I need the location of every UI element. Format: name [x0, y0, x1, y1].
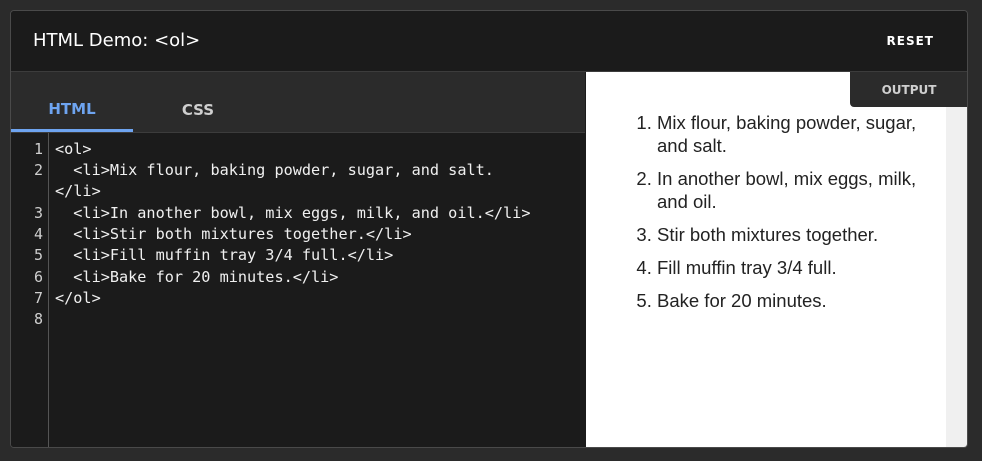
- line-number: 4: [33, 225, 43, 243]
- list-item: Bake for 20 minutes.: [657, 289, 927, 312]
- line-number: 3: [33, 204, 43, 222]
- list-item: Stir both mixtures together.: [657, 223, 927, 246]
- code-line[interactable]: <li>Stir both mixtures together.</li>: [55, 225, 411, 243]
- line-number: 8: [33, 310, 43, 328]
- line-number: 1: [33, 140, 43, 158]
- list-item: In another bowl, mix eggs, milk, and oil…: [657, 167, 927, 213]
- tab-html[interactable]: HTML: [11, 72, 133, 132]
- code-line[interactable]: <li>Bake for 20 minutes.</li>: [55, 268, 338, 286]
- line-number: 2: [33, 161, 43, 179]
- code-line[interactable]: <li>In another bowl, mix eggs, milk, and…: [55, 204, 530, 222]
- output-ordered-list: Mix flour, baking powder, sugar, and sal…: [657, 111, 927, 322]
- reset-button[interactable]: RESET: [887, 34, 934, 48]
- editor-tabs: HTML CSS: [11, 72, 585, 133]
- output-panel: Mix flour, baking powder, sugar, and sal…: [586, 72, 946, 447]
- list-item: Mix flour, baking powder, sugar, and sal…: [657, 111, 927, 157]
- code-line[interactable]: </ol>: [55, 289, 101, 307]
- title-bar: HTML Demo: <ol> RESET: [11, 11, 967, 72]
- code-line[interactable]: <ol>: [55, 140, 92, 158]
- output-scrollbar[interactable]: [946, 72, 967, 447]
- line-number-gutter: 1 2 3 4 5 6 7 8: [11, 133, 49, 447]
- demo-frame: HTML Demo: <ol> RESET HTML CSS 1 2 3 4 5…: [10, 10, 968, 448]
- output-label: OUTPUT: [850, 72, 967, 107]
- code-editor-panel: HTML CSS 1 2 3 4 5 6 7 8 <ol> <li>Mix fl…: [11, 72, 585, 447]
- line-number: 5: [33, 246, 43, 264]
- line-number: 7: [33, 289, 43, 307]
- list-item: Fill muffin tray 3/4 full.: [657, 256, 927, 279]
- code-line[interactable]: <li>Mix flour, baking powder, sugar, and…: [55, 161, 494, 179]
- line-number: 6: [33, 268, 43, 286]
- page-title: HTML Demo: <ol>: [33, 30, 201, 51]
- code-line[interactable]: <li>Fill muffin tray 3/4 full.</li>: [55, 246, 393, 264]
- tab-css[interactable]: CSS: [137, 72, 259, 132]
- code-area[interactable]: 1 2 3 4 5 6 7 8 <ol> <li>Mix flour, baki…: [11, 133, 585, 447]
- code-line[interactable]: </li>: [55, 182, 101, 200]
